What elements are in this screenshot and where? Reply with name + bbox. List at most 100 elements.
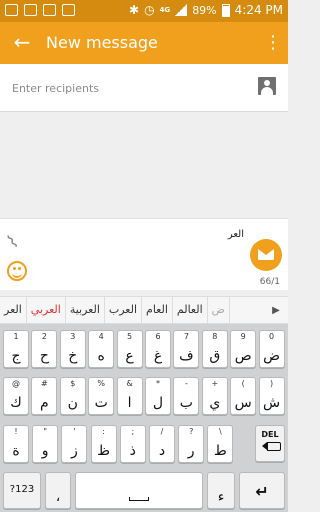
key-hint: ) [270, 379, 274, 388]
letter-key[interactable]: ? ر [178, 425, 205, 463]
key-label: د [158, 443, 166, 459]
key-hint: ! [14, 427, 18, 436]
letter-key[interactable]: % ت [88, 377, 115, 415]
letter-key[interactable]: -ب [173, 377, 200, 415]
hamza-key[interactable]: ء [207, 472, 235, 509]
letter-key[interactable]: 5ع [116, 330, 143, 368]
letter-key[interactable]: 0ض [258, 330, 285, 368]
key-label: ي [209, 395, 221, 411]
letter-key[interactable]: :ظ [90, 425, 117, 463]
letter-key[interactable]: ) ش [258, 377, 285, 415]
expand-suggestions-icon[interactable]: ▶ [264, 305, 288, 316]
system-icons: ✱ ◷ 4G 89% 4:24 PM [129, 3, 283, 17]
recipients-input[interactable] [12, 78, 242, 98]
letter-key[interactable]: \ ط [207, 425, 234, 463]
suggestion-item[interactable]: العام [142, 296, 173, 324]
letter-key[interactable]: # م [31, 377, 58, 415]
app-bar: ← New message ⋮ [0, 22, 288, 64]
key-label: ز [71, 443, 78, 459]
key-label: ب [179, 395, 193, 411]
bluetooth-icon: ✱ [129, 3, 140, 17]
letter-key[interactable]: $ ن [59, 377, 86, 415]
letter-key[interactable]: " و [32, 425, 59, 463]
backspace-icon [262, 441, 281, 451]
key-hint: 4 [98, 332, 104, 341]
key-hint: : [102, 427, 105, 436]
letter-key[interactable]: * ل [145, 377, 171, 415]
comma-key[interactable]: ، [45, 472, 71, 509]
key-hint: ? [189, 427, 194, 436]
suggestion-strip: العر العربي العربية العرب العام العالم ض… [0, 296, 288, 324]
letter-key[interactable]: 2ح [31, 330, 58, 368]
key-hint: ' [73, 427, 76, 436]
suggestion-item[interactable]: العر [0, 296, 27, 324]
back-arrow-icon[interactable]: ← [10, 31, 34, 55]
contact-picker-icon[interactable] [258, 77, 276, 95]
letter-key[interactable]: 8ق [201, 330, 228, 368]
letter-key[interactable]: 6غ [145, 330, 171, 368]
suggestion-item[interactable]: العالم [173, 296, 208, 324]
emoji-icon[interactable] [7, 261, 27, 281]
battery-percent: 89% [192, 3, 217, 17]
key-label: خ [68, 348, 78, 364]
suggestion-item[interactable]: ض [208, 296, 230, 324]
key-hint: / [160, 427, 164, 436]
attach-icon[interactable]: ⌇ [3, 227, 29, 253]
key-label: غ [153, 348, 163, 364]
key-label: ر [187, 443, 195, 459]
key-hint: 2 [41, 332, 47, 341]
key-hint: 8 [212, 332, 218, 341]
delete-key[interactable]: DEL [255, 425, 285, 462]
letter-key[interactable]: 1ج [3, 330, 29, 368]
enter-icon: ↵ [255, 482, 269, 501]
key-label: م [40, 395, 49, 411]
character-counter: 66/1 [259, 277, 280, 287]
compose-area: ⌇ العر 66/1 [0, 218, 288, 290]
letter-key[interactable]: + ي [201, 377, 228, 415]
key-hint: # [41, 379, 48, 388]
enter-key[interactable]: ↵ [239, 472, 285, 509]
letter-key[interactable]: 3خ [59, 330, 86, 368]
suggestion-item[interactable]: العرب [105, 296, 143, 324]
symbols-key[interactable]: ?123 [3, 472, 41, 509]
key-hint: + [211, 379, 219, 388]
notification-icons [5, 4, 75, 16]
letter-key[interactable]: @ ك [3, 377, 29, 415]
more-vert-icon[interactable]: ⋮ [264, 31, 282, 55]
hamza-key-label: ء [217, 489, 225, 505]
key-label: ت [94, 395, 108, 411]
keyboard: ?123 ، ء ↵ DEL 1 ج 2 ح 3 خ 4 ه 5 ع 6 غ 7 ف 8 ق 9 ص 0 ض @ ك # م $… [0, 324, 288, 512]
signal-icon [175, 4, 188, 16]
battery-icon [221, 3, 230, 17]
message-input[interactable]: العر [228, 229, 244, 240]
space-key[interactable] [75, 472, 203, 509]
key-hint: ( [241, 379, 245, 388]
letter-key[interactable]: ' ز [61, 425, 88, 463]
letter-key[interactable]: ! ة [3, 425, 29, 463]
shopping-icon [62, 4, 75, 16]
letter-key[interactable]: 4ه [88, 330, 115, 368]
suggestion-item-highlighted[interactable]: العربي [27, 296, 66, 324]
key-label: ج [11, 348, 21, 364]
email-icon [5, 4, 18, 16]
suggestion-item[interactable]: العربية [66, 296, 105, 324]
send-button[interactable] [250, 239, 282, 271]
letter-key[interactable]: / د [149, 425, 175, 463]
page-title: New message [46, 33, 158, 52]
letter-key[interactable]: 7ف [173, 330, 200, 368]
key-hint: \ [219, 427, 222, 436]
status-bar: ✱ ◷ 4G 89% 4:24 PM [0, 0, 288, 22]
comma-key-label: ، [55, 489, 61, 505]
letter-key[interactable]: (س [230, 377, 257, 415]
key-label: ص [234, 348, 252, 364]
key-label: ط [213, 443, 227, 459]
key-hint: 9 [240, 332, 246, 341]
key-label: و [41, 443, 49, 459]
letter-key[interactable]: & ا [116, 377, 143, 415]
key-label: ظ [97, 443, 111, 459]
letter-key[interactable]: ; ذ [119, 425, 146, 463]
key-label: ه [97, 348, 105, 364]
key-hint: ; [131, 427, 135, 436]
letter-key[interactable]: 9ص [230, 330, 257, 368]
key-label: ض [263, 348, 281, 364]
